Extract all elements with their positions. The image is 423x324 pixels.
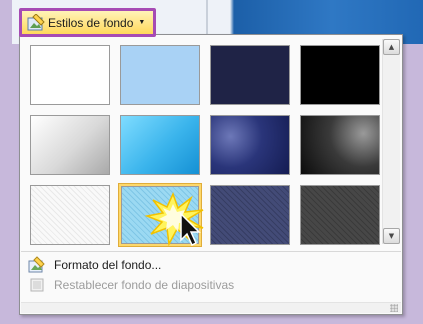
scroll-up-button[interactable]: ▲ xyxy=(383,39,400,55)
swatch-preview xyxy=(30,115,110,175)
swatch-preview xyxy=(210,185,290,245)
resize-grip-icon[interactable] xyxy=(390,304,398,312)
swatch-preview xyxy=(30,185,110,245)
menu-separator xyxy=(21,251,401,252)
swatch-navy-gradient[interactable] xyxy=(208,113,292,177)
format-background-item[interactable]: Formato del fondo... xyxy=(24,255,398,275)
scroll-down-button[interactable]: ▼ xyxy=(383,228,400,244)
swatch-preview xyxy=(300,45,380,105)
format-background-icon xyxy=(28,256,46,274)
reset-background-item[interactable]: Restablecer fondo de diapositivas xyxy=(24,275,398,295)
swatch-preview xyxy=(300,115,380,175)
gallery-resize-bar xyxy=(21,302,401,313)
swatch-gray-gradient[interactable] xyxy=(28,113,112,177)
swatch-preview xyxy=(120,45,200,105)
swatch-dark-navy[interactable] xyxy=(208,43,292,107)
swatch-black-gradient[interactable] xyxy=(298,113,382,177)
swatch-white-texture[interactable] xyxy=(28,183,112,247)
swatch-preview xyxy=(120,115,200,175)
swatch-black[interactable] xyxy=(298,43,382,107)
gallery-scrollbar[interactable]: ▲ ▼ xyxy=(382,39,400,244)
swatch-dark-texture[interactable] xyxy=(298,183,382,247)
swatch-preview xyxy=(210,45,290,105)
swatch-plain-white[interactable] xyxy=(28,43,112,107)
chevron-down-icon: ▼ xyxy=(138,19,146,26)
swatch-preview xyxy=(121,186,199,244)
background-styles-button[interactable]: Estilos de fondo ▼ xyxy=(19,8,156,37)
swatch-preview xyxy=(300,185,380,245)
swatch-cyan-texture[interactable] xyxy=(118,183,202,247)
reset-background-icon xyxy=(28,276,46,294)
swatch-light-blue[interactable] xyxy=(118,43,202,107)
swatch-grid xyxy=(28,43,382,247)
background-styles-gallery: ▲ ▼ Formato del fondo... Restablecer fon… xyxy=(19,34,403,315)
swatch-preview xyxy=(30,45,110,105)
format-background-label: Formato del fondo... xyxy=(54,258,162,272)
swatch-cyan-gradient[interactable] xyxy=(118,113,202,177)
swatch-preview xyxy=(210,115,290,175)
background-styles-icon xyxy=(27,12,45,32)
reset-background-label: Restablecer fondo de diapositivas xyxy=(54,278,235,292)
background-styles-label: Estilos de fondo xyxy=(48,15,134,30)
swatch-navy-texture[interactable] xyxy=(208,183,292,247)
